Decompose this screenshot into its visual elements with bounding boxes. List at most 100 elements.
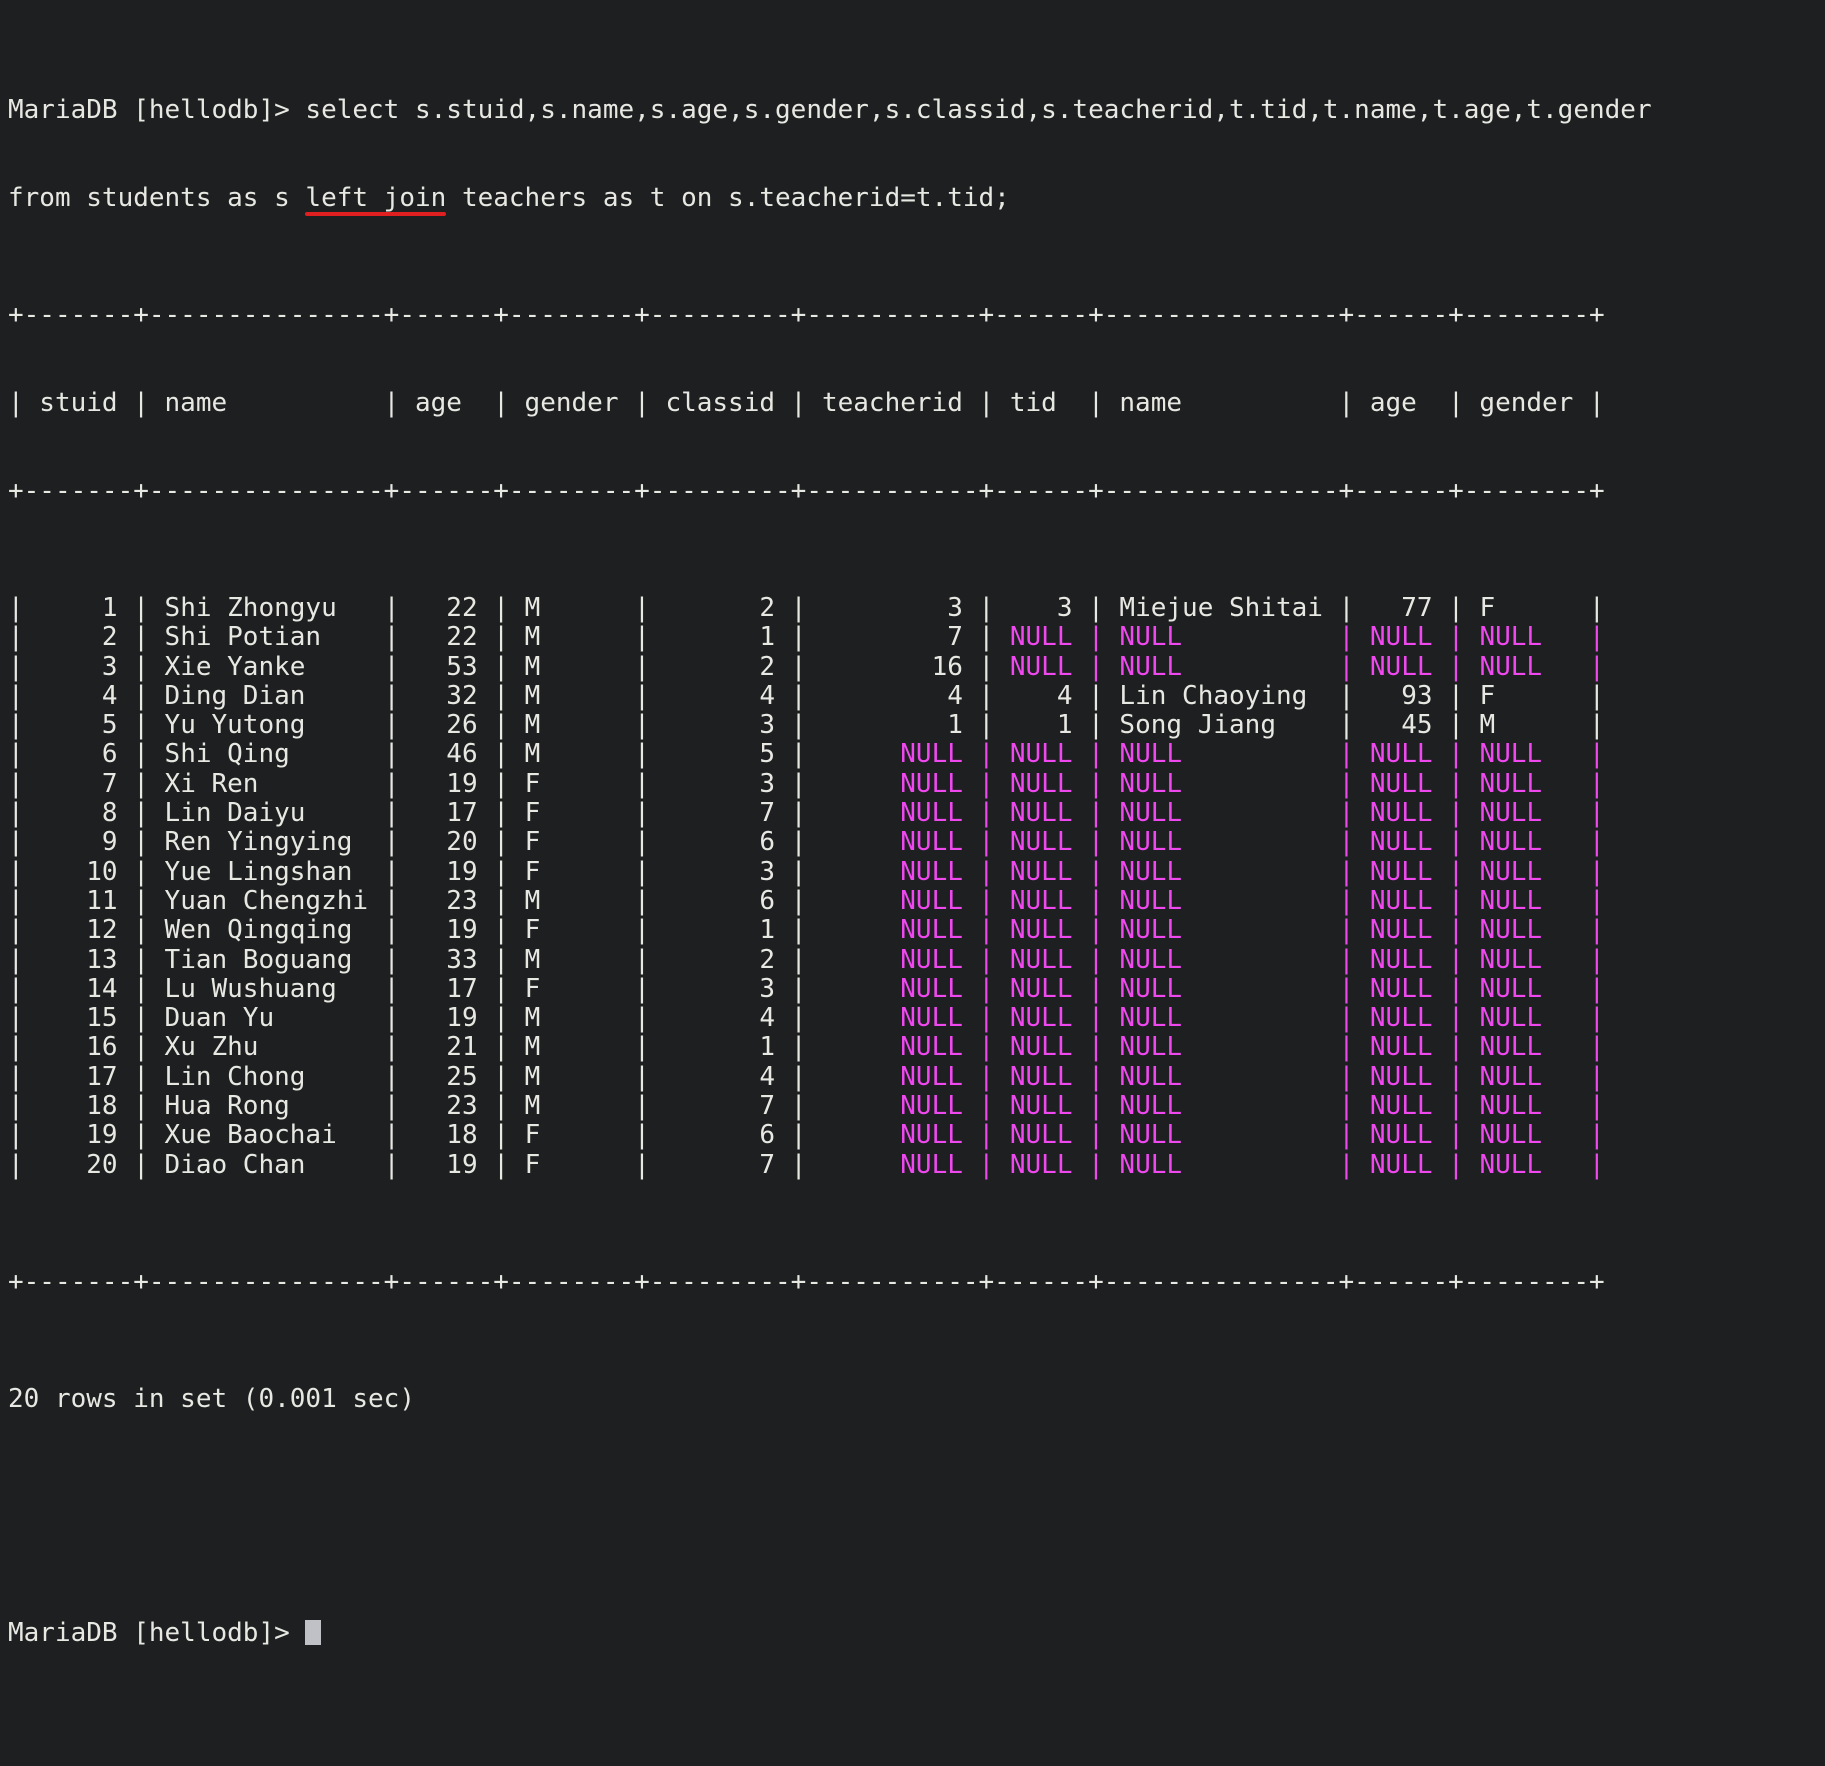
cell-name: Shi Potian | [148,622,400,653]
table-bottom-border: +-------+---------------+------+--------… [8,1266,1605,1297]
cell-classid: 3 | [649,768,807,799]
cell-name: Xie Yanke | [148,651,400,682]
cell-classid: 2 | [649,944,807,975]
cell-teacherid: NULL | [806,1032,995,1063]
cell-tid: NULL | [994,885,1104,916]
cell-gender: NULL | [1463,915,1605,946]
cell-gender: NULL | [1463,622,1605,653]
cell-teacherid: NULL | [806,1061,995,1092]
cell-name: NULL | [1103,651,1355,682]
cell-age: 45 | [1354,710,1464,741]
cell-teacherid: 3 | [806,592,995,623]
cell-stuid: 10 | [23,856,149,887]
cell-age: 19 | [399,1003,509,1034]
cell-classid: 1 | [649,622,807,653]
table-row: | 20 | Diao Chan | 19 | F | 7 | NULL | N… [8,1149,1605,1180]
cell-gender: NULL | [1463,973,1605,1004]
cell-age: 46 | [399,739,509,770]
cell-gender: NULL | [1463,739,1605,770]
cell-age: 93 | [1354,680,1464,711]
cell-age: NULL | [1354,1032,1464,1063]
cell-age: 22 | [399,592,509,623]
table-row: | 11 | Yuan Chengzhi | 23 | M | 6 | NULL… [8,885,1605,916]
cell-name: Shi Qing | [148,739,400,770]
cell-classid: 3 | [649,973,807,1004]
cell-name: NULL | [1103,1149,1355,1180]
table-row: | 2 | Shi Potian | 22 | M | 1 | 7 | NULL… [8,622,1605,653]
cell-name: Yu Yutong | [148,710,400,741]
cell-teacherid: NULL | [806,944,995,975]
cell-teacherid: NULL | [806,1090,995,1121]
cell-teacherid: NULL | [806,827,995,858]
cell-age: NULL | [1354,1061,1464,1092]
cell-teacherid: NULL | [806,973,995,1004]
cell-gender: F | [508,915,650,946]
cell-gender: NULL | [1463,944,1605,975]
cell-age: 26 | [399,710,509,741]
table-row: | 6 | Shi Qing | 46 | M | 5 | NULL | NUL… [8,739,1605,770]
cell-gender: M | [508,592,650,623]
cell-classid: 1 | [649,915,807,946]
cell-gender: NULL | [1463,1061,1605,1092]
table-row: | 5 | Yu Yutong | 26 | M | 3 | 1 | 1 | S… [8,710,1605,741]
cell-teacherid: NULL | [806,798,995,829]
cell-gender: M | [508,710,650,741]
cell-tid: NULL | [994,827,1104,858]
cell-name: NULL | [1103,739,1355,770]
cell-age: NULL | [1354,1120,1464,1151]
cell-classid: 3 | [649,856,807,887]
cell-age: 17 | [399,973,509,1004]
cell-teacherid: 16 | [806,651,995,682]
cell-name: NULL | [1103,622,1355,653]
terminal-window[interactable]: MariaDB [hellodb]> select s.stuid,s.name… [0,0,1825,1648]
cell-age: 33 | [399,944,509,975]
table-header-row: | stuid | name | age | gender | classid … [8,387,1605,418]
cell-tid: NULL | [994,915,1104,946]
cell-classid: 7 | [649,1149,807,1180]
table-row: | 3 | Xie Yanke | 53 | M | 2 | 16 | NULL… [8,651,1605,682]
cell-teacherid: 7 | [806,622,995,653]
cell-age: 19 | [399,768,509,799]
table-row: | 19 | Xue Baochai | 18 | F | 6 | NULL |… [8,1120,1605,1151]
cell-age: 17 | [399,798,509,829]
cell-name: Duan Yu | [148,1003,400,1034]
cell-age: 77 | [1354,592,1464,623]
terminal-cursor[interactable] [305,1620,322,1646]
cell-stuid: 2 | [23,622,149,653]
cell-age: 23 | [399,885,509,916]
cell-name: Tian Boguang | [148,944,400,975]
cell-age: NULL | [1354,768,1464,799]
cell-name: NULL | [1103,885,1355,916]
cell-gender: F | [508,973,650,1004]
result-footer: 20 rows in set (0.001 sec) [8,1383,415,1414]
cell-age: NULL | [1354,651,1464,682]
cell-gender: F | [1463,592,1605,623]
cell-age: NULL | [1354,1090,1464,1121]
cell-gender: NULL | [1463,827,1605,858]
cell-teacherid: NULL | [806,768,995,799]
cell-age: 19 | [399,915,509,946]
cell-age: 23 | [399,1090,509,1121]
cell-tid: NULL | [994,798,1104,829]
table-row: | 4 | Ding Dian | 32 | M | 4 | 4 | 4 | L… [8,680,1605,711]
cell-name: NULL | [1103,768,1355,799]
cell-age: 19 | [399,1149,509,1180]
cell-name: Lu Wushuang | [148,973,400,1004]
cell-stuid: 13 | [23,944,149,975]
cell-name: Diao Chan | [148,1149,400,1180]
cell-age: 21 | [399,1032,509,1063]
cell-classid: 4 | [649,680,807,711]
cell-classid: 1 | [649,1032,807,1063]
cell-age: NULL | [1354,827,1464,858]
cell-gender: F | [508,768,650,799]
cell-age: NULL | [1354,1149,1464,1180]
table-row: | 7 | Xi Ren | 19 | F | 3 | NULL | NULL … [8,768,1605,799]
cell-stuid: 17 | [23,1061,149,1092]
cell-name: NULL | [1103,798,1355,829]
cell-classid: 3 | [649,710,807,741]
cell-teacherid: 4 | [806,680,995,711]
cell-stuid: 20 | [23,1149,149,1180]
cell-tid: NULL | [994,768,1104,799]
cell-gender: F | [508,798,650,829]
cell-age: NULL | [1354,622,1464,653]
